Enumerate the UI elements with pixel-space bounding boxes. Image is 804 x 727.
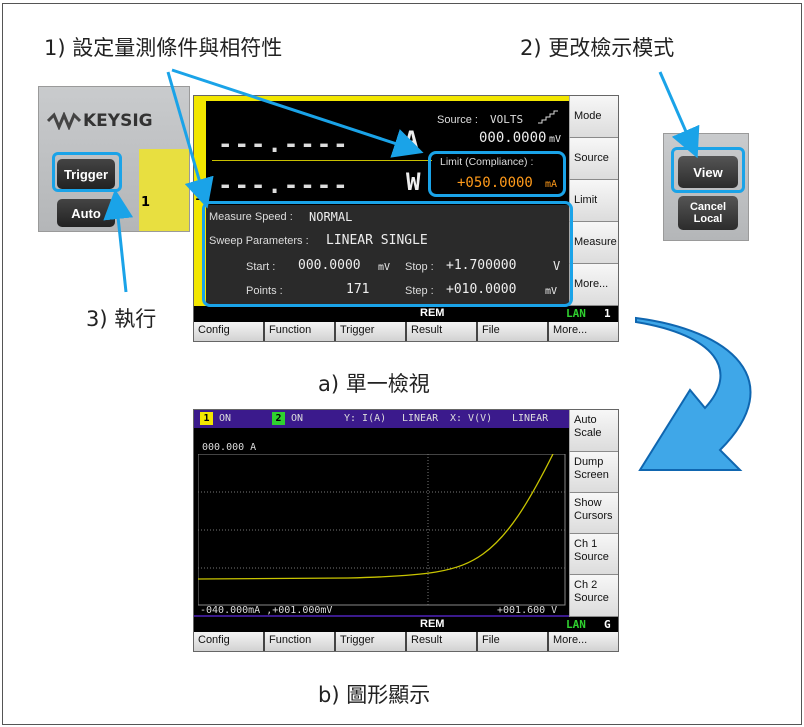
plot-top-value: 000.000 A bbox=[202, 442, 257, 453]
arrow-to-limit bbox=[171, 68, 424, 158]
softkey-show-cursors[interactable]: Show Cursors bbox=[569, 493, 618, 534]
ch2-badge: 2 bbox=[272, 412, 285, 425]
graph-status-channel: G bbox=[604, 618, 611, 631]
graph-fkey-function[interactable]: Function bbox=[265, 632, 336, 651]
arrow-to-view bbox=[658, 71, 700, 159]
graph-status-bar: REM LAN G bbox=[194, 617, 618, 632]
graph-remote-indicator: REM bbox=[420, 618, 445, 630]
graph-view-function-keys: Config Function Trigger Result File More… bbox=[194, 632, 618, 651]
graph-header: 1 ON 2 ON Y: I(A) LINEAR X: V(V) LINEAR bbox=[194, 410, 569, 428]
softkey-auto-scale[interactable]: Auto Scale bbox=[569, 410, 618, 452]
ch2-state: ON bbox=[291, 413, 304, 424]
x-scale-label: LINEAR bbox=[512, 413, 549, 424]
graph-fkey-trigger[interactable]: Trigger bbox=[336, 632, 407, 651]
ch1-state: ON bbox=[219, 413, 232, 424]
y-scale-label: LINEAR bbox=[402, 413, 439, 424]
softkey-dump-screen[interactable]: Dump Screen bbox=[569, 452, 618, 493]
x-axis-label: X: V(V) bbox=[450, 413, 493, 424]
graph-fkey-file[interactable]: File bbox=[478, 632, 549, 651]
graph-fkey-config[interactable]: Config bbox=[194, 632, 265, 651]
softkey-ch2-source[interactable]: Ch 2 Source bbox=[569, 575, 618, 617]
transition-curved-arrow bbox=[635, 316, 752, 471]
graph-view-screen: 1 ON 2 ON Y: I(A) LINEAR X: V(V) LINEAR … bbox=[193, 409, 619, 652]
iv-curve-plot bbox=[198, 454, 566, 606]
ch1-badge: 1 bbox=[200, 412, 213, 425]
graph-view-softkeys: Auto Scale Dump Screen Show Cursors Ch 1… bbox=[569, 410, 618, 617]
graph-fkey-more[interactable]: More... bbox=[549, 632, 618, 651]
softkey-ch1-source[interactable]: Ch 1 Source bbox=[569, 534, 618, 575]
graph-fkey-result[interactable]: Result bbox=[407, 632, 478, 651]
arrow-to-sweep bbox=[166, 71, 214, 209]
y-axis-label: Y: I(A) bbox=[344, 413, 387, 424]
arrow-to-trigger bbox=[103, 189, 134, 293]
graph-lan-indicator: LAN bbox=[566, 618, 586, 631]
